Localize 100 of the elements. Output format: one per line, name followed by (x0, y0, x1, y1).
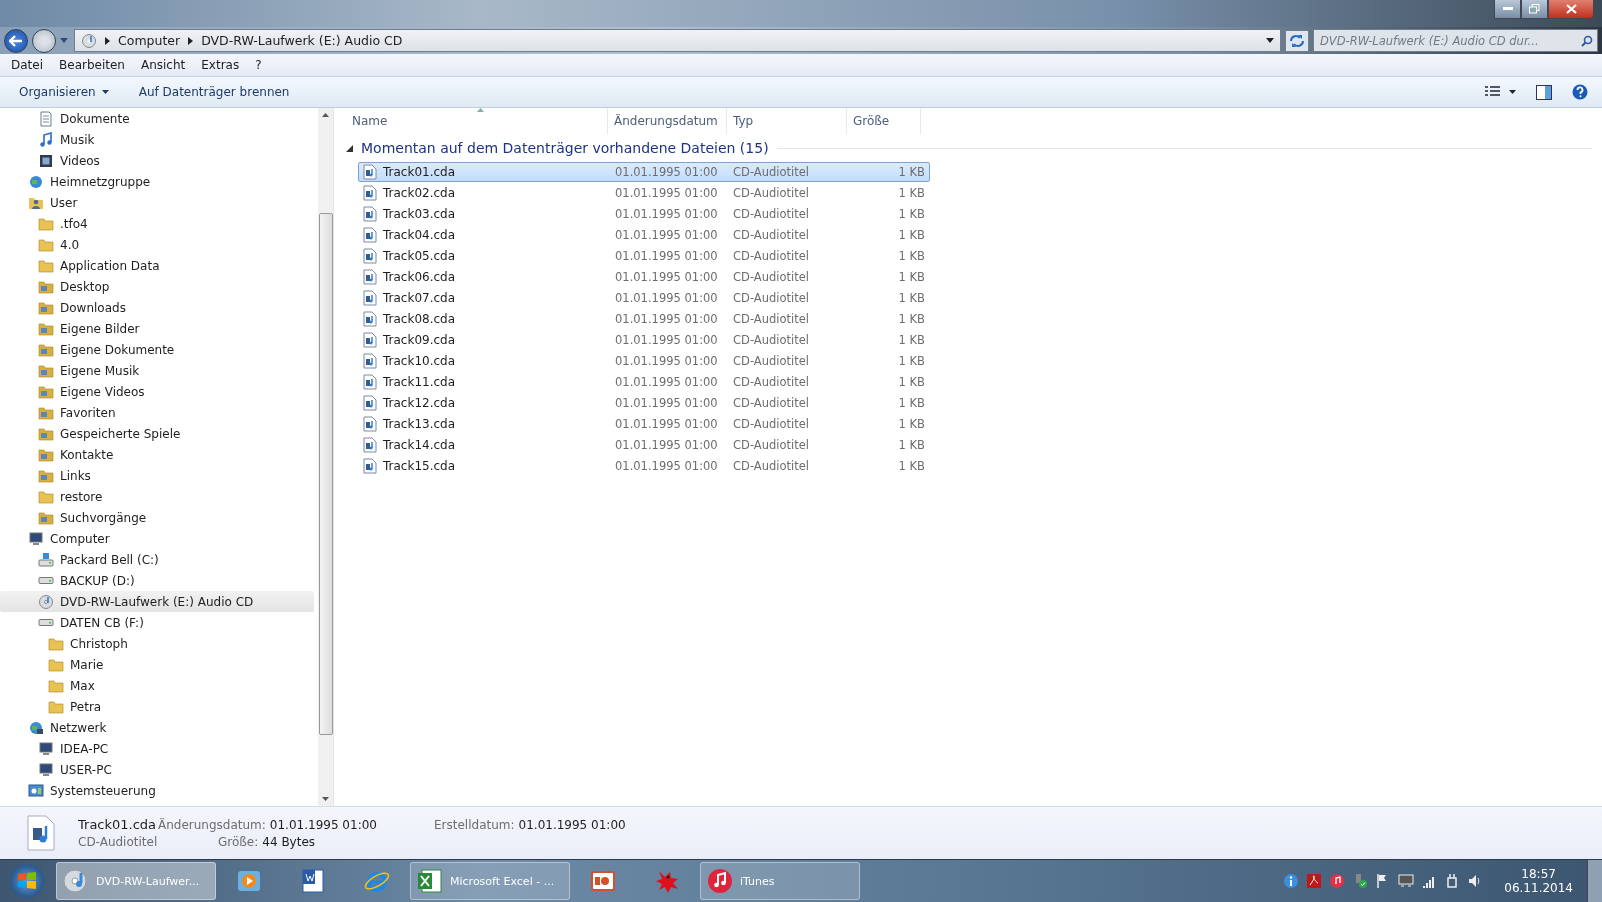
size-cell-text: 1 KB (897, 186, 925, 200)
size-cell-text: 1 KB (897, 417, 925, 431)
type-cell-text: CD-Audiotitel (733, 333, 810, 347)
type-cell-text: CD-Audiotitel (733, 438, 810, 452)
file-row[interactable]: Track13.cda 01.01.1995 01:00 CD-Audiotitel 1 KB (358, 414, 930, 434)
type-cell-text: CD-Audiotitel (733, 312, 810, 326)
file-row[interactable]: Track04.cda 01.01.1995 01:00 CD-Audiotitel 1 KB (358, 225, 930, 245)
file-row[interactable]: Track08.cda 01.01.1995 01:00 CD-Audiotitel 1 KB (358, 309, 930, 329)
clock[interactable]: 18:57 06.11.2014 (1504, 867, 1573, 895)
tree-item[interactable]: DATEN CB (F:) (0, 612, 314, 633)
tree-item[interactable]: Desktop (0, 276, 314, 297)
tree-item[interactable]: Kontakte (0, 444, 314, 465)
tree-item[interactable]: USER-PC (0, 759, 314, 780)
breadcrumb[interactable]: DVD-RW-Laufwerk (E:) Audio CD (201, 33, 403, 48)
tree-item[interactable]: Netzwerk (0, 717, 314, 738)
file-name: Track07.cda (383, 291, 456, 305)
type-cell-text: CD-Audiotitel (733, 186, 810, 200)
menu-item[interactable]: Bearbeiten (52, 58, 132, 72)
tree-item[interactable]: Eigene Dokumente (0, 339, 314, 360)
type-cell-text: CD-Audiotitel (733, 165, 810, 179)
file-row[interactable]: Track07.cda 01.01.1995 01:00 CD-Audiotitel 1 KB (358, 288, 930, 308)
size-cell-text: 1 KB (897, 270, 925, 284)
property-label: Größe: (218, 834, 259, 849)
tree-item[interactable]: Musik (0, 129, 314, 150)
file-row[interactable]: Track01.cda 01.01.1995 01:00 CD-Audiotitel 1 KB (358, 162, 930, 182)
size-cell-text: 1 KB (897, 459, 925, 473)
breadcrumb[interactable]: Computer (118, 33, 181, 48)
size-cell-text: 1 KB (897, 354, 925, 368)
date-cell-text: 01.01.1995 01:00 (615, 438, 719, 452)
search-field[interactable]: DVD-RW-Laufwerk (E:) Audio CD dur... (1313, 29, 1598, 52)
column-header[interactable]: Größe (847, 108, 921, 134)
file-name: Track06.cda (383, 270, 456, 284)
tree-item[interactable]: Eigene Bilder (0, 318, 314, 339)
tree-item[interactable]: Christoph (0, 633, 314, 654)
toolbar-button[interactable]: Organisieren (10, 81, 118, 103)
tree-item[interactable]: DVD-RW-Laufwerk (E:) Audio CD (0, 591, 314, 612)
toolbar-button[interactable]: Auf Datenträger brennen (129, 81, 299, 103)
file-row[interactable]: Track15.cda 01.01.1995 01:00 CD-Audiotitel 1 KB (358, 456, 930, 476)
date-cell-text: 01.01.1995 01:00 (615, 354, 719, 368)
address-bar[interactable]: Computer DVD-RW-Laufwerk (E:) Audio CD (74, 29, 1281, 52)
tree-item[interactable]: Favoriten (0, 402, 314, 423)
tree-item[interactable]: Marie (0, 654, 314, 675)
file-name: Track15.cda (383, 459, 456, 473)
tree-item[interactable]: 4.0 (0, 234, 314, 255)
tree-item[interactable]: Packard Bell (C:) (0, 549, 314, 570)
tree-item[interactable]: Downloads (0, 297, 314, 318)
file-name: Track12.cda (383, 396, 456, 410)
property-value: 01.01.1995 01:00 (269, 817, 377, 832)
tree-item[interactable]: Eigene Musik (0, 360, 314, 381)
menu-item[interactable]: Ansicht (133, 58, 193, 72)
file-name: Track08.cda (383, 312, 456, 326)
column-header[interactable]: Typ (727, 108, 847, 134)
size-cell-text: 1 KB (897, 333, 925, 347)
group-header[interactable]: Momentan auf dem Datenträger vorhandene Dateien (15) (361, 140, 769, 156)
tree-item[interactable]: restore (0, 486, 314, 507)
tree-item[interactable]: Links (0, 465, 314, 486)
file-row[interactable]: Track10.cda 01.01.1995 01:00 CD-Audiotitel 1 KB (358, 351, 930, 371)
file-name: Track04.cda (383, 228, 456, 242)
tree-item[interactable]: Max (0, 675, 314, 696)
property-label: Änderungsdatum: (158, 817, 266, 832)
size-cell-text: 1 KB (897, 438, 925, 452)
tree-item[interactable]: Dokumente (0, 108, 314, 129)
tree-item[interactable]: Videos (0, 150, 314, 171)
file-name: Track01.cda (78, 817, 158, 832)
tree-item[interactable]: IDEA-PC (0, 738, 314, 759)
tree-item[interactable]: Systemsteuerung (0, 780, 314, 801)
file-row[interactable]: Track09.cda 01.01.1995 01:00 CD-Audiotitel 1 KB (358, 330, 930, 350)
property-label: Erstelldatum: (434, 817, 515, 832)
date-cell-text: 01.01.1995 01:00 (615, 396, 719, 410)
tree-item[interactable]: Gespeicherte Spiele (0, 423, 314, 444)
type-cell-text: CD-Audiotitel (733, 354, 810, 368)
menu-item[interactable]: ? (248, 58, 269, 72)
tree-item[interactable]: Application Data (0, 255, 314, 276)
file-name: Track03.cda (383, 207, 456, 221)
tree-item[interactable]: Computer (0, 528, 314, 549)
file-row[interactable]: Track03.cda 01.01.1995 01:00 CD-Audiotitel 1 KB (358, 204, 930, 224)
menu-item[interactable]: Datei (4, 58, 50, 72)
file-row[interactable]: Track12.cda 01.01.1995 01:00 CD-Audiotitel 1 KB (358, 393, 930, 413)
menu-item[interactable]: Extras (194, 58, 247, 72)
tree-item[interactable]: Petra (0, 696, 314, 717)
tree-item[interactable]: Suchvorgänge (0, 507, 314, 528)
file-row[interactable]: Track14.cda 01.01.1995 01:00 CD-Audiotitel 1 KB (358, 435, 930, 455)
column-header[interactable]: Name (346, 108, 608, 134)
column-header[interactable]: Änderungsdatum (608, 108, 727, 134)
file-row[interactable]: Track02.cda 01.01.1995 01:00 CD-Audiotitel 1 KB (358, 183, 930, 203)
file-type: CD-Audiotitel (78, 835, 158, 849)
file-row[interactable]: Track05.cda 01.01.1995 01:00 CD-Audiotitel 1 KB (358, 246, 930, 266)
file-name: Track01.cda (383, 165, 456, 179)
file-row[interactable]: Track06.cda 01.01.1995 01:00 CD-Audiotitel 1 KB (358, 267, 930, 287)
tree-item[interactable]: BACKUP (D:) (0, 570, 314, 591)
date-cell-text: 01.01.1995 01:00 (615, 270, 719, 284)
tree-item[interactable]: Heimnetzgruppe (0, 171, 314, 192)
file-name: Track02.cda (383, 186, 456, 200)
tree-item[interactable]: User (0, 192, 314, 213)
tree-item[interactable]: Eigene Videos (0, 381, 314, 402)
file-row[interactable]: Track11.cda 01.01.1995 01:00 CD-Audiotitel 1 KB (358, 372, 930, 392)
file-name: Track05.cda (383, 249, 456, 263)
date-cell-text: 01.01.1995 01:00 (615, 186, 719, 200)
tree-item[interactable]: .tfo4 (0, 213, 314, 234)
type-cell-text: CD-Audiotitel (733, 249, 810, 263)
